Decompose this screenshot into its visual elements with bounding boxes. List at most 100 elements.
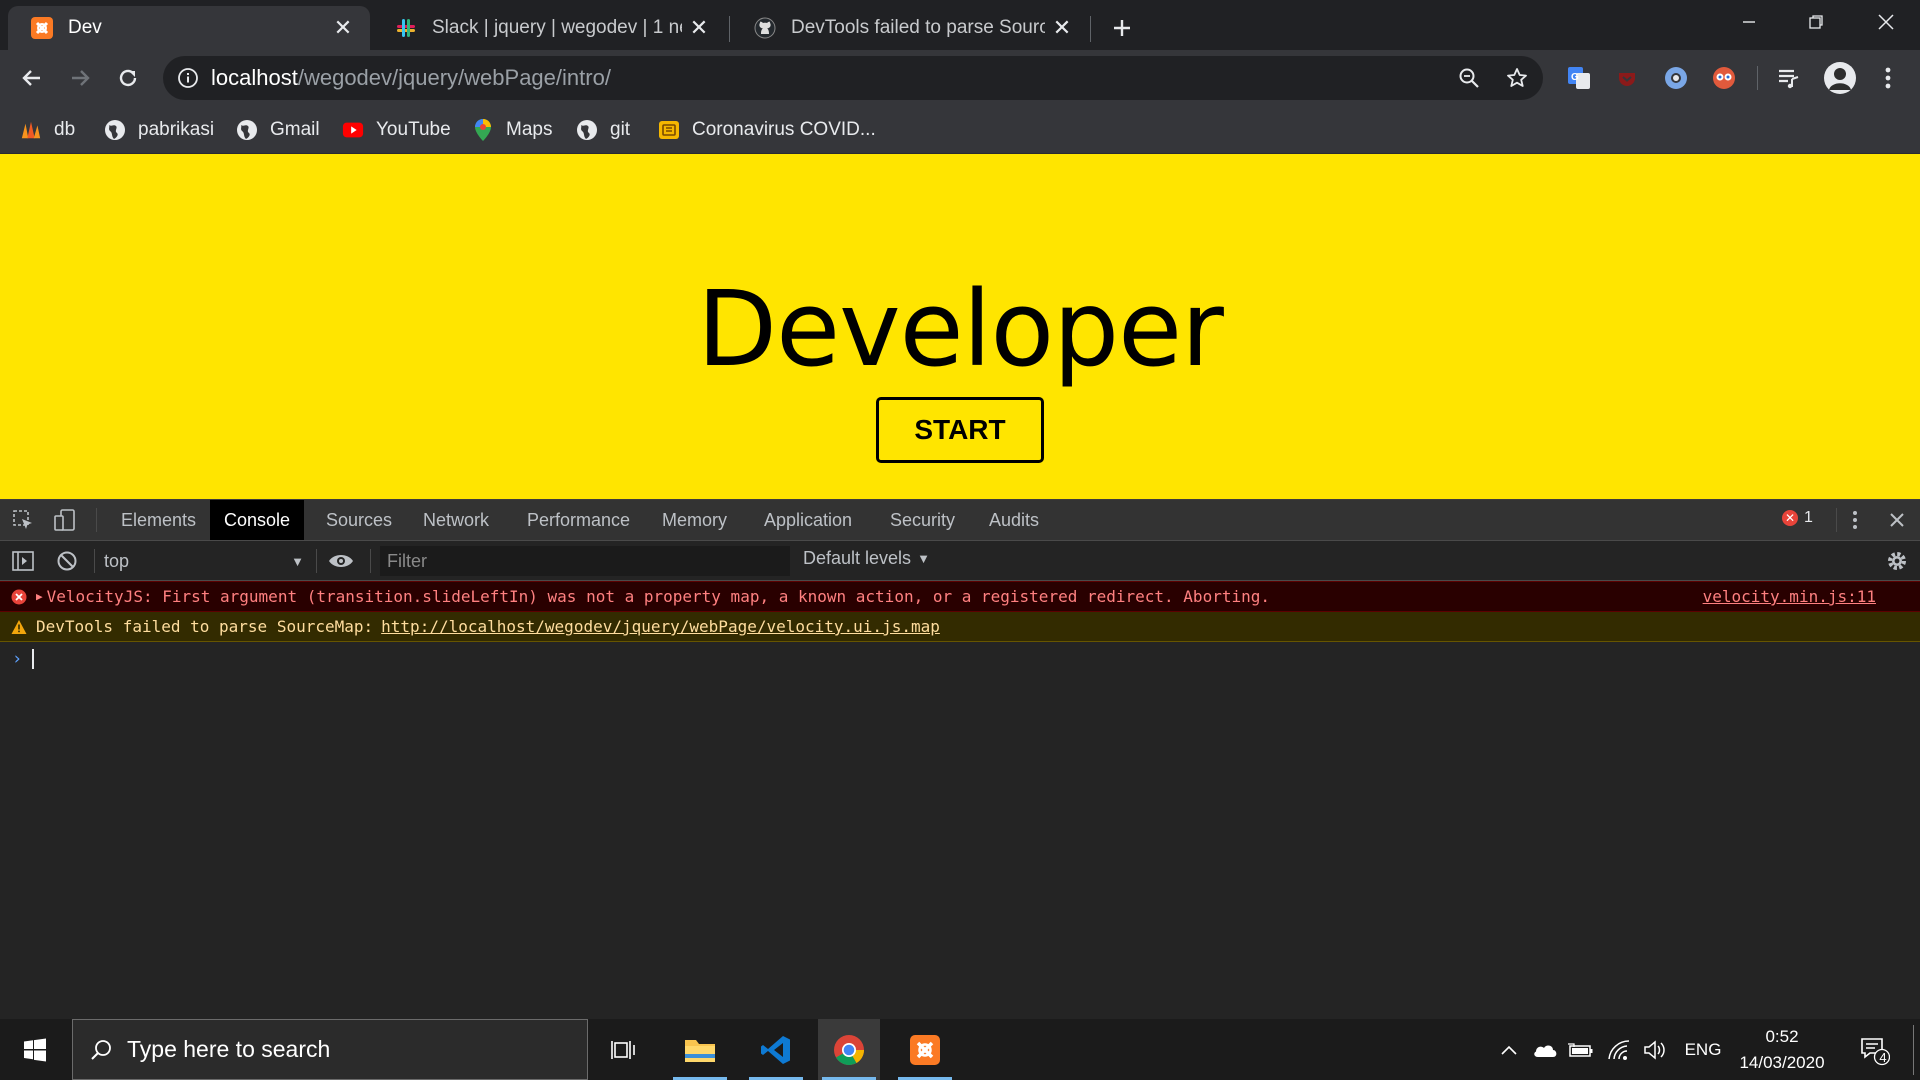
devtools-close-icon[interactable] [1882, 505, 1912, 535]
browser-toolbar: localhost/wegodev/jquery/webPage/intro/ … [0, 50, 1920, 106]
avatar[interactable] [1822, 60, 1858, 96]
tab-performance[interactable]: Performance [513, 500, 644, 540]
extension-circle-icon[interactable] [1660, 62, 1692, 94]
xampp-icon[interactable] [894, 1019, 956, 1080]
start-button[interactable]: START [876, 397, 1044, 463]
error-icon [10, 588, 28, 606]
bookmark-git[interactable]: git [576, 114, 630, 146]
context-selector[interactable]: top ▼ [104, 548, 304, 574]
taskbar-search[interactable]: Type here to search [72, 1019, 588, 1080]
pocket-icon[interactable] [1611, 62, 1643, 94]
close-icon[interactable]: ✕ [326, 11, 360, 45]
close-icon[interactable]: ✕ [682, 11, 716, 45]
tab-console[interactable]: Console [210, 500, 305, 540]
chrome-icon[interactable] [818, 1019, 880, 1080]
arrow-left-icon [22, 70, 40, 86]
menu-icon[interactable] [1872, 62, 1904, 94]
clock-time: 0:52 [1765, 1026, 1799, 1046]
reload-button[interactable] [108, 58, 148, 98]
devtools-divider [1836, 508, 1837, 532]
tab-audits[interactable]: Audits [975, 500, 1053, 540]
console-error-message[interactable]: ▶ VelocityJS: First argument (transition… [0, 581, 1920, 612]
bookmark-gmail[interactable]: Gmail [236, 114, 320, 146]
slack-icon [394, 16, 418, 40]
tab-slack[interactable]: Slack | jquery | wegodev | 1 new item ✕ [372, 6, 726, 50]
error-count-badge[interactable]: ✕ 1 [1782, 509, 1813, 527]
google-translate-icon[interactable]: G [1563, 62, 1595, 94]
globe-icon [576, 119, 598, 141]
notification-count: 4 [1879, 1050, 1887, 1065]
bookmarks-bar: db pabrikasi Gmail YouTube Maps git Coro… [0, 106, 1920, 154]
bookmark-pabrikasi[interactable]: pabrikasi [104, 114, 214, 146]
youtube-icon [342, 119, 364, 141]
zoom-icon[interactable] [1453, 62, 1485, 94]
task-view-icon[interactable] [593, 1019, 655, 1080]
tab-strip: Dev ✕ Slack | jquery | wegodev | 1 new i… [0, 0, 1920, 50]
address-bar[interactable]: localhost/wegodev/jquery/webPage/intro/ [163, 56, 1543, 100]
forward-button[interactable] [60, 58, 100, 98]
wifi-icon[interactable] [1604, 1019, 1634, 1080]
settings-gear-icon[interactable] [1882, 546, 1912, 576]
close-window-button[interactable] [1856, 0, 1916, 44]
github-icon [753, 16, 777, 40]
windows-icon [24, 1038, 46, 1061]
tab-title: Slack | jquery | wegodev | 1 new item [432, 17, 682, 38]
arrow-right-icon [72, 70, 90, 86]
info-icon[interactable] [177, 67, 199, 89]
minimize-button[interactable] [1719, 0, 1779, 44]
page-viewport: Developer START [0, 154, 1920, 499]
volume-icon[interactable] [1640, 1019, 1670, 1080]
clear-console-icon[interactable] [52, 546, 82, 576]
vscode-icon[interactable] [745, 1019, 807, 1080]
bookmark-label: Gmail [270, 119, 320, 140]
action-center-icon[interactable]: 4 [1854, 1019, 1894, 1080]
devtools-menu-icon[interactable] [1840, 505, 1870, 535]
bookmark-label: YouTube [376, 119, 451, 140]
file-explorer-icon[interactable] [669, 1019, 731, 1080]
error-icon: ✕ [1782, 510, 1798, 526]
log-levels-dropdown[interactable]: Default levels ▼ [803, 548, 930, 569]
onedrive-cloud-icon[interactable] [1530, 1019, 1560, 1080]
bookmark-coronavirus[interactable]: Coronavirus COVID... [658, 114, 876, 146]
sidebar-toggle-icon[interactable] [8, 546, 38, 576]
media-queue-icon[interactable] [1773, 62, 1805, 94]
tab-memory[interactable]: Memory [648, 500, 741, 540]
url-host: localhost [211, 65, 298, 90]
show-hidden-icons-chevron-icon[interactable] [1496, 1019, 1522, 1080]
error-source-link[interactable]: velocity.min.js:11 [1703, 587, 1876, 606]
console-prompt[interactable]: › [12, 649, 35, 669]
filter-input[interactable]: Filter [380, 546, 790, 576]
tab-network[interactable]: Network [409, 500, 503, 540]
close-icon[interactable]: ✕ [1045, 11, 1079, 45]
input-language[interactable]: ENG [1680, 1019, 1726, 1080]
inspect-element-icon[interactable] [8, 505, 38, 535]
close-icon [1878, 14, 1894, 30]
new-tab-button[interactable] [1104, 10, 1140, 46]
warning-text: DevTools failed to parse SourceMap: [36, 617, 374, 636]
toolbar-divider [1757, 66, 1758, 90]
extension-face-icon[interactable] [1708, 62, 1740, 94]
taskbar-clock[interactable]: 0:52 14/03/2020 [1730, 1019, 1834, 1080]
devtools-panel: Elements Console Sources Network Perform… [0, 499, 1920, 1019]
sourcemap-link[interactable]: http://localhost/wegodev/jquery/webPage/… [381, 617, 940, 636]
tab-sources[interactable]: Sources [312, 500, 406, 540]
tab-security[interactable]: Security [876, 500, 969, 540]
devtools-divider [370, 549, 371, 573]
device-toolbar-icon[interactable] [50, 505, 80, 535]
back-button[interactable] [12, 58, 52, 98]
expand-triangle-icon[interactable]: ▶ [36, 590, 43, 603]
bookmark-db[interactable]: db [20, 114, 75, 146]
battery-icon[interactable] [1566, 1019, 1596, 1080]
tab-devtools-sourcemap[interactable]: DevTools failed to parse SourceMap ✕ [731, 6, 1089, 50]
start-menu-button[interactable] [0, 1019, 70, 1080]
tab-application[interactable]: Application [750, 500, 866, 540]
clock-date: 14/03/2020 [1739, 1052, 1825, 1072]
tab-dev[interactable]: Dev ✕ [8, 6, 370, 50]
restore-button[interactable] [1786, 0, 1846, 44]
show-desktop-divider[interactable] [1913, 1025, 1914, 1075]
bookmark-maps[interactable]: Maps [472, 114, 552, 146]
star-icon[interactable] [1501, 62, 1533, 94]
tab-elements[interactable]: Elements [107, 500, 210, 540]
eye-icon[interactable] [326, 546, 356, 576]
bookmark-youtube[interactable]: YouTube [342, 114, 451, 146]
